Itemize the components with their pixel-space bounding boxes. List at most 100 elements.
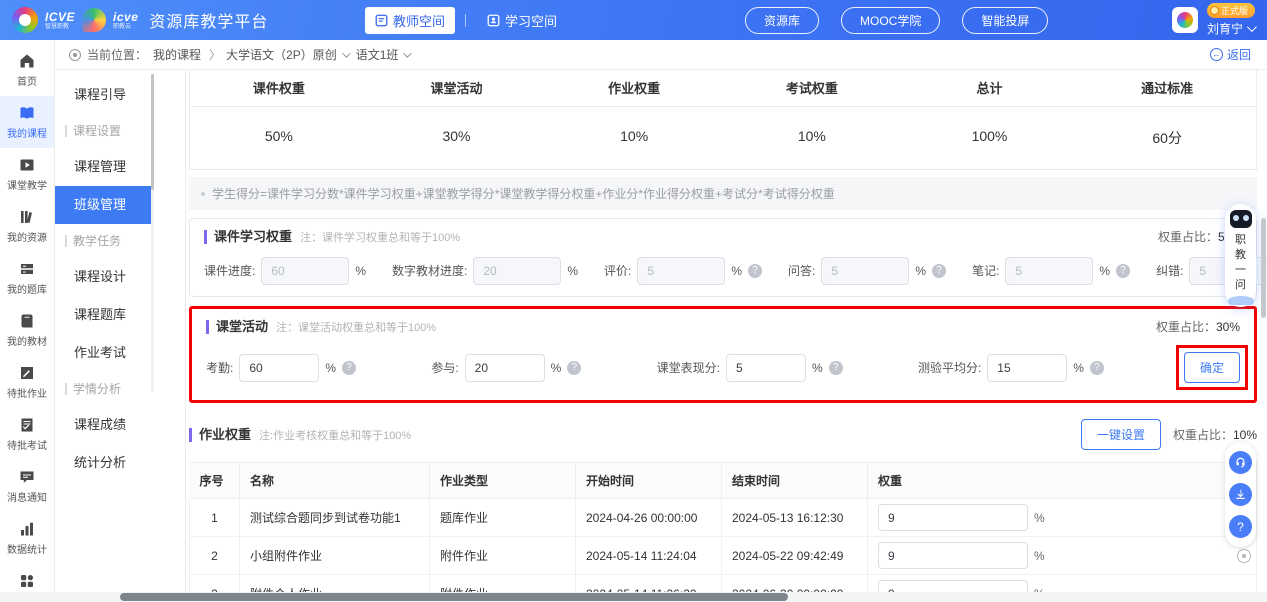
user-area: 正式版 刘育宁 (1172, 3, 1255, 37)
summary-value: 10% (723, 107, 901, 169)
sidebar-item-label: 我的资源 (7, 229, 47, 244)
weight-input[interactable] (473, 257, 561, 285)
weight-field: 评价: % (604, 257, 762, 285)
sidebar-item[interactable]: 我的资源 (0, 200, 54, 252)
breadcrumb-item[interactable]: 我的课程 (153, 46, 201, 63)
feedback-target-icon[interactable] (1237, 549, 1251, 563)
robot-icon (1230, 210, 1252, 228)
chevron-down-icon[interactable] (342, 49, 350, 57)
download-icon[interactable] (1229, 483, 1252, 506)
submenu-item[interactable]: 统计分析 (55, 444, 151, 482)
breadcrumb-item[interactable]: 〉 大学语文（2P）原创 (209, 46, 348, 63)
avatar[interactable] (1172, 7, 1198, 33)
sidebar-item[interactable]: 消息通知 (0, 460, 54, 512)
help-icon[interactable]: ? (1229, 515, 1252, 538)
breadcrumb-item[interactable]: 语文1班 (356, 46, 410, 63)
weight-input[interactable] (637, 257, 725, 285)
vertical-scrollbar-thumb[interactable] (1261, 218, 1266, 318)
help-icon[interactable] (829, 361, 843, 375)
help-icon[interactable] (342, 361, 356, 375)
back-button[interactable]: ← 返回 (1210, 46, 1251, 63)
top-navbar: ICVE 智慧职教 icve 职教云 资源库教学平台 教师空间 学习空间 资源库… (0, 0, 1267, 40)
help-icon[interactable] (567, 361, 581, 375)
sidebar-item[interactable]: 首页 (0, 44, 54, 96)
submenu-item[interactable]: 课程设计 (55, 258, 151, 296)
apps-icon (19, 573, 35, 589)
sidebar-item[interactable]: 我的教材 (0, 304, 54, 356)
row-weight-input[interactable] (878, 504, 1028, 531)
support-icon[interactable] (1229, 451, 1252, 474)
horizontal-scrollbar-thumb[interactable] (120, 593, 788, 601)
weight-input[interactable] (1005, 257, 1093, 285)
user-info[interactable]: 正式版 刘育宁 (1207, 3, 1255, 37)
space-tab[interactable]: 教师空间 (365, 7, 455, 34)
nav-pill-button[interactable]: 资源库 (745, 7, 819, 34)
summary-value: 50% (190, 107, 368, 169)
submenu-group-header: 学情分析 (55, 372, 151, 406)
confirm-button[interactable]: 确定 (1184, 352, 1240, 383)
weight-input[interactable] (726, 354, 806, 382)
weight-input[interactable] (987, 354, 1067, 382)
column-header: 开始时间 (576, 463, 722, 499)
icon-sidebar: 首页 我的课程 课堂教学 我的资源 我的题库 (0, 40, 55, 602)
field-label: 笔记: (972, 262, 999, 279)
submenu-item[interactable]: 课程成绩 (55, 406, 151, 444)
percent-suffix: % (355, 264, 366, 278)
cell-no: 2 (190, 537, 240, 575)
table-row: 2 小组附件作业 附件作业 2024-05-14 11:24:04 2024-0… (190, 537, 1257, 575)
cell-name: 小组附件作业 (240, 537, 430, 575)
cloud-decoration-icon (1228, 296, 1254, 305)
summary-column-header: 作业权重 (545, 70, 723, 106)
weight-input[interactable] (261, 257, 349, 285)
sidebar-item[interactable]: 课堂教学 (0, 148, 54, 200)
row-weight-input[interactable] (878, 542, 1028, 569)
breadcrumb-item-label: 我的课程 (153, 46, 201, 63)
cell-no: 1 (190, 499, 240, 537)
sidebar-item[interactable]: 数据统计 (0, 512, 54, 564)
submenu-item[interactable]: 课程题库 (55, 296, 151, 334)
sidebar-item[interactable]: 待批考试 (0, 408, 54, 460)
nav-pill-button[interactable]: 智能投屏 (962, 7, 1048, 34)
confirm-highlight-frame: 确定 (1176, 345, 1248, 390)
chevron-down-icon[interactable] (404, 49, 412, 57)
submenu-item[interactable]: 课程引导 (55, 76, 151, 114)
sidebar-item[interactable]: 我的课程 (0, 96, 54, 148)
field-label: 问答: (788, 262, 815, 279)
field-label: 评价: (604, 262, 631, 279)
classroom-highlight-frame: 课堂活动 注：课堂活动权重总和等于100% 权重占比：30% (189, 306, 1257, 403)
weight-input[interactable] (821, 257, 909, 285)
sidebar-item-label: 首页 (17, 73, 37, 88)
weight-input[interactable] (465, 354, 545, 382)
submenu-item[interactable]: 班级管理 (55, 186, 151, 224)
submenu-scrollbar[interactable] (151, 74, 154, 392)
ai-assistant-widget[interactable]: 职教一问 (1225, 204, 1256, 307)
brand-logos: ICVE 智慧职教 icve 职教云 资源库教学平台 (12, 7, 268, 33)
logo2-text: icve (113, 11, 138, 23)
icve-swirl-logo-icon (12, 7, 38, 33)
help-icon[interactable] (748, 264, 762, 278)
version-badge: 正式版 (1207, 3, 1255, 18)
percent-suffix: % (1073, 361, 1084, 375)
homework-weight-section: 作业权重 注:作业考核权重总和等于100% 一键设置 权重占比：10% (189, 415, 1257, 458)
location-icon (69, 49, 81, 61)
quick-set-button[interactable]: 一键设置 (1081, 419, 1161, 450)
sidebar-item-label: 我的课程 (7, 125, 47, 140)
help-icon[interactable] (1090, 361, 1104, 375)
sidebar-item[interactable]: 待批作业 (0, 356, 54, 408)
cell-type: 附件作业 (430, 537, 576, 575)
sidebar-item[interactable]: 我的题库 (0, 252, 54, 304)
nav-pill-button[interactable]: MOOC学院 (841, 7, 940, 34)
help-icon[interactable] (932, 264, 946, 278)
space-tab[interactable]: 学习空间 (455, 7, 567, 34)
horizontal-scrollbar[interactable] (0, 592, 1267, 602)
summary-column-header: 通过标准 (1078, 70, 1256, 106)
summary-column-header: 课件权重 (190, 70, 368, 106)
section-note: 注：课堂活动权重总和等于100% (276, 319, 436, 335)
percent-suffix: % (812, 361, 823, 375)
submenu-group-header: 课程设置 (55, 114, 151, 148)
help-icon[interactable] (1116, 264, 1130, 278)
submenu-group-header: 教学任务 (55, 224, 151, 258)
submenu-item[interactable]: 课程管理 (55, 148, 151, 186)
weight-input[interactable] (239, 354, 319, 382)
submenu-item[interactable]: 作业考试 (55, 334, 151, 372)
